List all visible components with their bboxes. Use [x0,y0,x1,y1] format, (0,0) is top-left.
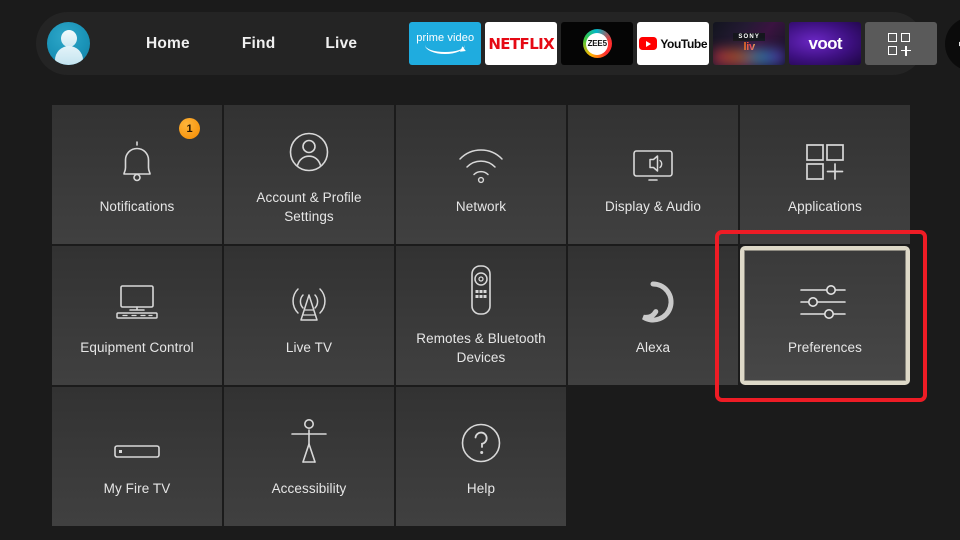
netflix-label: NETFLIX [488,34,555,53]
wifi-icon [455,132,507,184]
zee5-app[interactable]: ZEE5 [561,22,634,65]
question-circle-icon [458,414,504,466]
tile-label: Accessibility [271,481,347,497]
tile-label: Remotes & Bluetooth Devices [416,331,546,365]
sony-liv-app[interactable]: SONY liv [713,22,786,65]
voot-label: voot [808,33,842,53]
youtube-label: YouTube [660,36,708,51]
profile-avatar[interactable] [47,22,90,65]
tile-remotes-bluetooth-devices[interactable]: Remotes & Bluetooth Devices [396,246,566,385]
zee5-label: ZEE5 [587,39,607,48]
top-navigation-bar: Home Find Live prime video NETFLIX ZEE5 … [36,12,960,75]
tile-label: Account & Profile Settings [256,190,362,224]
voot-app[interactable]: voot [789,22,862,65]
prime-video-smile-icon [425,45,466,54]
tile-live-tv[interactable]: Live TV [224,246,394,385]
settings-gear-icon[interactable] [945,16,960,71]
tile-label: Live TV [285,340,333,356]
sliders-icon [795,273,855,325]
nav-item-live[interactable]: Live [321,29,361,59]
tile-network[interactable]: Network [396,105,566,244]
settings-tile-grid: 1 Notifications Account & Profile Settin… [52,105,910,526]
apps-grid-glyph [888,32,914,56]
fire-tv-stick-icon [109,414,165,466]
tile-display-audio[interactable]: Display & Audio [568,105,738,244]
tile-my-fire-tv[interactable]: My Fire TV [52,387,222,526]
youtube-app[interactable]: YouTube [637,22,710,65]
notifications-badge: 1 [179,118,200,139]
tile-alexa[interactable]: Alexa [568,246,738,385]
tile-account-profile-settings[interactable]: Account & Profile Settings [224,105,394,244]
tile-accessibility[interactable]: Accessibility [224,387,394,526]
tile-notifications[interactable]: 1 Notifications [52,105,222,244]
nav-item-home[interactable]: Home [142,29,194,59]
alexa-ring-icon [630,273,676,325]
tile-label: Preferences [788,340,862,356]
bell-icon [115,132,159,184]
zee5-ring-icon: ZEE5 [582,29,612,58]
tile-label: Network [455,199,507,215]
tile-applications[interactable]: Applications [740,105,910,244]
antenna-icon [285,273,333,325]
youtube-play-icon [639,37,658,50]
tile-label: Equipment Control [80,340,194,356]
prime-video-app[interactable]: prime video [409,22,482,65]
tile-label: My Fire TV [103,481,171,497]
tile-label: Display & Audio [604,199,702,215]
tile-label: Alexa [635,340,671,356]
avatar-body [54,46,83,65]
accessibility-person-icon [287,414,331,466]
netflix-app[interactable]: NETFLIX [485,22,558,65]
tile-preferences[interactable]: Preferences [740,246,910,385]
person-circle-icon [286,123,332,175]
tv-soundbar-icon [111,273,163,325]
tile-label: Notifications [99,199,175,215]
tile-help[interactable]: Help [396,387,566,526]
apps-grid-icon[interactable] [865,22,938,65]
nav-item-find[interactable]: Find [238,29,280,59]
apps-squares-icon [802,132,848,184]
tile-label: Help [466,481,496,497]
sony-liv-brand-label: SONY [733,33,766,42]
tv-speaker-icon [627,132,679,184]
tile-label: Applications [788,199,862,215]
avatar-head [60,29,77,47]
remote-control-icon [468,264,494,316]
prime-video-label: prime video [416,32,475,44]
sony-liv-glow [713,49,786,65]
app-shortcuts-strip: prime video NETFLIX ZEE5 YouTube SONY li… [409,16,960,71]
tile-equipment-control[interactable]: Equipment Control [52,246,222,385]
